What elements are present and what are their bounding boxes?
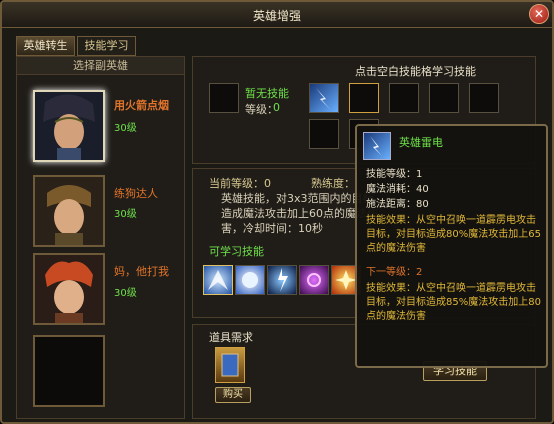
hero-select-panel: 选择副英雄 用火箭点烟 30级 练狗达人 30级 妈，他打我 30级 <box>16 56 185 419</box>
skill-tooltip: 英雄雷电 技能等级：1 魔法消耗：40 施法距离：80 技能效果：从空中召唤一道… <box>355 124 548 368</box>
tooltip-next-effect: 技能效果：从空中召唤一道霹雳电攻击目标，对目标造成85%魔法攻击加上80点的魔法… <box>366 283 541 322</box>
hero-portrait-3[interactable] <box>33 253 105 325</box>
close-icon: ✕ <box>533 7 545 21</box>
current-skill-slot <box>209 83 239 113</box>
window-title: 英雄增强 <box>252 9 301 23</box>
tooltip-skill-icon <box>363 132 391 160</box>
learnable-skill-ice-shard[interactable] <box>203 265 233 295</box>
learnable-skill-frost-orb[interactable] <box>235 265 265 295</box>
hero-enhance-window: 英雄增强 ✕ 英雄转生 技能学习 选择副英雄 用火箭点烟 30级 练狗达人 30… <box>0 0 554 424</box>
skill-grid-header: 点击空白技能格学习技能 <box>355 65 476 78</box>
hero-name-1: 用火箭点烟 <box>114 99 169 112</box>
proficiency-text: 熟练度： <box>311 177 355 190</box>
skill-slot-2[interactable] <box>349 83 379 113</box>
skill-slot-3[interactable] <box>389 83 419 113</box>
frost-orb-icon <box>242 272 258 288</box>
tooltip-effect: 技能效果：从空中召唤一道霹雳电攻击目标，对目标造成80%魔法攻击加上65点的魔法… <box>366 215 541 254</box>
tooltip-mana-cost: 魔法消耗：40 <box>366 184 429 195</box>
hero-level-3: 30级 <box>114 288 137 299</box>
current-skill-level-value: 0 <box>273 101 280 114</box>
hero-select-header: 选择副英雄 <box>17 57 184 75</box>
buy-button[interactable]: 购买 <box>215 387 251 403</box>
skill-slot-4[interactable] <box>429 83 459 113</box>
skill-slot-5[interactable] <box>469 83 499 113</box>
hero-name-2: 练狗达人 <box>114 187 158 200</box>
hero-portrait-1[interactable] <box>33 90 105 162</box>
item-book[interactable] <box>215 347 245 383</box>
hero-face-icon <box>35 92 103 160</box>
tooltip-next-level: 下一等级：2 <box>366 267 423 278</box>
title-bar: 英雄增强 ✕ <box>2 2 552 28</box>
arcane-icon <box>307 273 321 287</box>
hero-level-1: 30级 <box>114 123 137 134</box>
ice-shard-icon <box>208 270 228 290</box>
tooltip-skill-name: 英雄雷电 <box>399 136 443 149</box>
learnable-skill-arcane[interactable] <box>299 265 329 295</box>
learnable-skill-lightning[interactable] <box>267 265 297 295</box>
tab-skill-learn[interactable]: 技能学习 <box>77 36 136 56</box>
hero-level-2: 30级 <box>114 209 137 220</box>
tab-hero-rebirth[interactable]: 英雄转生 <box>16 36 75 56</box>
slot-lightning-skill[interactable] <box>309 83 339 113</box>
current-skill-name: 暂无技能 <box>245 87 289 100</box>
current-level-text: 当前等级：0 <box>209 177 271 190</box>
hero-portrait-2[interactable] <box>33 175 105 247</box>
tooltip-cast-range: 施法距离：80 <box>366 199 429 210</box>
hero-portrait-empty[interactable] <box>33 335 105 407</box>
hero-name-3: 妈，他打我 <box>114 265 169 278</box>
hero-face-icon <box>35 255 103 323</box>
close-button[interactable]: ✕ <box>529 4 549 24</box>
book-icon <box>221 353 239 377</box>
lightning-icon <box>370 136 382 156</box>
item-requirement-header: 道具需求 <box>209 331 253 344</box>
learnable-skills-header: 可学习技能 <box>209 245 264 258</box>
tooltip-skill-level: 技能等级：1 <box>366 169 423 180</box>
skill-slot-6[interactable] <box>309 119 339 149</box>
lightning-icon <box>278 268 288 292</box>
hero-face-icon <box>35 177 103 245</box>
lightning-icon <box>316 88 330 109</box>
